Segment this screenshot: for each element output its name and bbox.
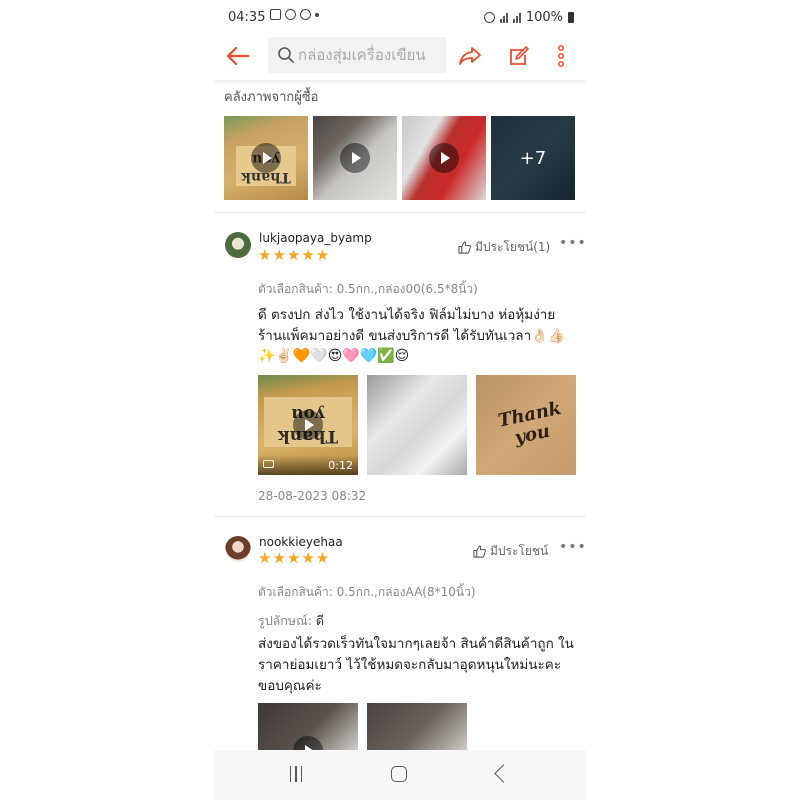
video-camera-icon <box>263 460 274 468</box>
battery-level: 100% <box>525 10 563 25</box>
review-date: 28-08-2023 08:32 <box>258 489 367 503</box>
play-icon <box>251 143 281 173</box>
alarm-icon <box>483 12 495 23</box>
gallery-icon <box>270 9 281 20</box>
review-video-thumb[interactable]: Thank you 0:12 <box>258 375 358 475</box>
status-time: 04:35 <box>228 10 266 25</box>
search-icon <box>278 47 294 63</box>
review-photo-thumb[interactable]: Thank you <box>476 375 576 475</box>
thumbs-up-icon <box>458 241 471 254</box>
edit-icon[interactable] <box>504 42 532 70</box>
gallery-more-count: +7 <box>491 116 575 200</box>
more-notifications-icon <box>315 12 319 17</box>
recent-apps-icon[interactable] <box>287 766 305 784</box>
review-username[interactable]: lukjaopaya_byamp <box>259 231 372 245</box>
system-navigation-bar <box>214 750 586 800</box>
helpful-button[interactable]: มีประโยชน์ <box>473 542 548 561</box>
divider <box>214 212 586 213</box>
play-icon <box>429 143 459 173</box>
back-arrow-icon[interactable] <box>224 42 252 70</box>
video-duration: 0:12 <box>328 459 353 472</box>
facebook-icon <box>300 9 311 20</box>
review-more-icon[interactable]: ••• <box>559 235 586 251</box>
home-icon[interactable] <box>391 766 407 782</box>
helpful-label: มีประโยชน์ <box>490 544 549 558</box>
gallery-video-thumb[interactable] <box>313 116 397 200</box>
gallery-video-thumb[interactable]: Thank you <box>224 116 308 200</box>
avatar[interactable] <box>225 536 251 562</box>
appearance-line: รูปลักษณ์: ดี <box>258 611 324 631</box>
buyer-gallery: Thank you +7 <box>224 116 575 200</box>
battery-icon <box>568 12 574 23</box>
chat-icon <box>285 9 296 20</box>
review-text: ดี ตรงปก ส่งไว ใช้งานได้จริง ฟิล์มไม่บาง… <box>258 307 565 344</box>
status-bar: 04:35 100% <box>214 0 586 34</box>
top-navigation-bar: กล่องสุ่มเครื่องเขียน <box>214 34 586 80</box>
product-variant: ตัวเลือกสินค้า: 0.5กก.,กล่องAA(8*10นิ้ว) <box>258 585 476 599</box>
notification-icons <box>270 9 319 20</box>
gallery-video-thumb[interactable] <box>402 116 486 200</box>
appearance-label: รูปลักษณ์: <box>258 613 312 628</box>
gallery-more-thumb[interactable]: +7 <box>491 116 575 200</box>
search-placeholder: กล่องสุ่มเครื่องเขียน <box>298 46 426 64</box>
avatar[interactable] <box>225 232 251 258</box>
thank-you-card: Thank you <box>496 397 564 452</box>
thumbs-up-icon <box>473 545 486 558</box>
search-bar[interactable]: กล่องสุ่มเครื่องเขียน <box>268 37 446 73</box>
more-options-icon[interactable] <box>550 42 572 70</box>
divider <box>214 516 586 517</box>
review-media: Thank you 0:12 Thank you <box>258 375 576 475</box>
back-icon[interactable] <box>494 764 513 783</box>
play-icon <box>293 410 323 440</box>
play-icon <box>340 143 370 173</box>
review-more-icon[interactable]: ••• <box>559 539 586 555</box>
phone-screen: 04:35 100% กล่องสุ่มเครื่องเขียน คลังภาพ… <box>214 0 586 800</box>
product-variant: ตัวเลือกสินค้า: 0.5กก.,กล่อง00(6.5*8นิ้ว… <box>258 282 478 296</box>
review-text: ส่งของได้รวดเร็วทันใจมากๆเลยจ้า สินค้าดี… <box>258 636 574 694</box>
star-rating: ★★★★★ <box>258 549 331 567</box>
star-rating: ★★★★★ <box>258 246 331 264</box>
cell-signal-icon <box>512 12 521 23</box>
wifi-signal-icon <box>499 12 508 23</box>
buyer-gallery-title: คลังภาพจากผู้ซื้อ <box>224 90 319 105</box>
helpful-button[interactable]: มีประโยชน์(1) <box>458 238 550 257</box>
review-emojis: ✨✌🏻🧡🤍😍🩷🩵✅😌 <box>258 348 410 364</box>
helpful-label: มีประโยชน์(1) <box>475 240 551 254</box>
review-username[interactable]: nookkieyehaa <box>259 535 343 549</box>
share-icon[interactable] <box>456 42 484 70</box>
system-icons: 100% <box>483 10 574 25</box>
appearance-value: ดี <box>315 613 325 628</box>
review-photo-thumb[interactable] <box>367 375 467 475</box>
video-info-bar: 0:12 <box>258 455 358 475</box>
